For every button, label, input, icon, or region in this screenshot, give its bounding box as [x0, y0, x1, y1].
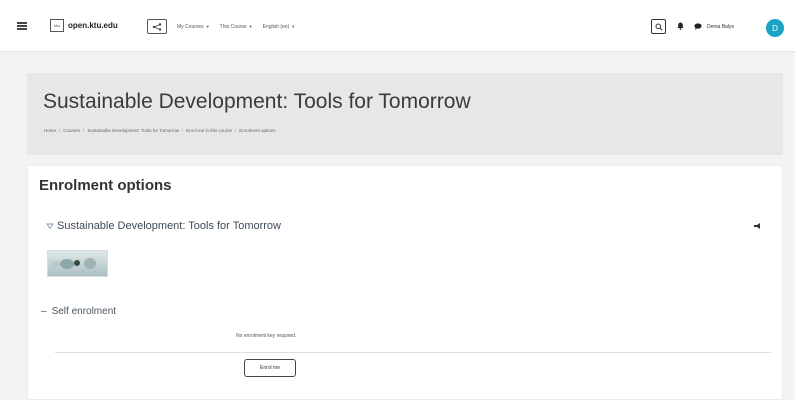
- breadcrumb: Home / Courses / Sustainable Development…: [44, 128, 276, 133]
- enrolment-key-note: No enrolment key required.: [236, 333, 297, 339]
- breadcrumb-item-enrol[interactable]: Enrol me in this course: [186, 128, 232, 133]
- page-header: Sustainable Development: Tools for Tomor…: [27, 73, 783, 155]
- nav-menu-label: English (en): [262, 24, 290, 30]
- share-icon: [152, 22, 162, 31]
- self-enrolment-toggle[interactable]: – Self enrolment: [41, 306, 116, 317]
- page-title: Sustainable Development: Tools for Tomor…: [43, 90, 471, 113]
- site-brand[interactable]: ktu open.ktu.edu: [50, 19, 118, 32]
- collapse-icon: –: [41, 306, 47, 317]
- breadcrumb-item-enrolment-options: Enrolment options: [239, 128, 276, 133]
- course-link[interactable]: Sustainable Development: Tools for Tomor…: [46, 220, 281, 232]
- site-logo-icon: ktu: [50, 19, 64, 32]
- chat-icon[interactable]: [694, 23, 702, 30]
- nav-menu-this-course[interactable]: This Course ▼: [220, 24, 253, 30]
- nav-menu-label: This Course: [219, 24, 247, 30]
- primary-navigation: My Courses ▼ This Course ▼ English (en) ▼: [177, 24, 295, 30]
- section-label: Self enrolment: [51, 306, 117, 317]
- caret-down-icon: ▼: [205, 24, 210, 29]
- breadcrumb-item-courses[interactable]: Courses: [63, 128, 80, 133]
- caret-down-icon: ▼: [248, 24, 253, 29]
- course-image: [47, 250, 108, 277]
- bell-icon[interactable]: [677, 22, 684, 30]
- breadcrumb-separator: /: [235, 128, 237, 133]
- breadcrumb-item-home[interactable]: Home: [44, 128, 56, 133]
- menu-icon[interactable]: [17, 22, 27, 30]
- nav-menu-label: My Courses: [177, 24, 204, 30]
- breadcrumb-item-course[interactable]: Sustainable Development: Tools for Tomor…: [87, 128, 179, 133]
- main-heading: Enrolment options: [39, 177, 172, 194]
- breadcrumb-separator: /: [181, 128, 184, 133]
- avatar[interactable]: D: [766, 19, 784, 37]
- course-icon: [46, 223, 54, 230]
- search-button[interactable]: [651, 19, 666, 34]
- search-icon: [655, 23, 663, 31]
- top-navbar: ktu open.ktu.edu My Courses ▼ This Course…: [0, 0, 795, 52]
- nav-menu-language[interactable]: English (en) ▼: [263, 24, 296, 30]
- course-title: Sustainable Development: Tools for Tomor…: [57, 220, 281, 232]
- user-name[interactable]: Dema Balys: [707, 24, 734, 30]
- enrol-me-button[interactable]: Enrol me: [244, 359, 296, 377]
- nav-menu-my-courses[interactable]: My Courses ▼: [177, 24, 210, 30]
- main-content: Enrolment options Sustainable Developmen…: [27, 165, 783, 400]
- share-button[interactable]: [147, 19, 167, 34]
- divider: [55, 352, 771, 353]
- breadcrumb-separator: /: [59, 128, 61, 133]
- course-summary-icon[interactable]: [753, 222, 763, 230]
- caret-down-icon: ▼: [291, 24, 296, 29]
- site-name: open.ktu.edu: [68, 21, 118, 30]
- breadcrumb-separator: /: [83, 128, 85, 133]
